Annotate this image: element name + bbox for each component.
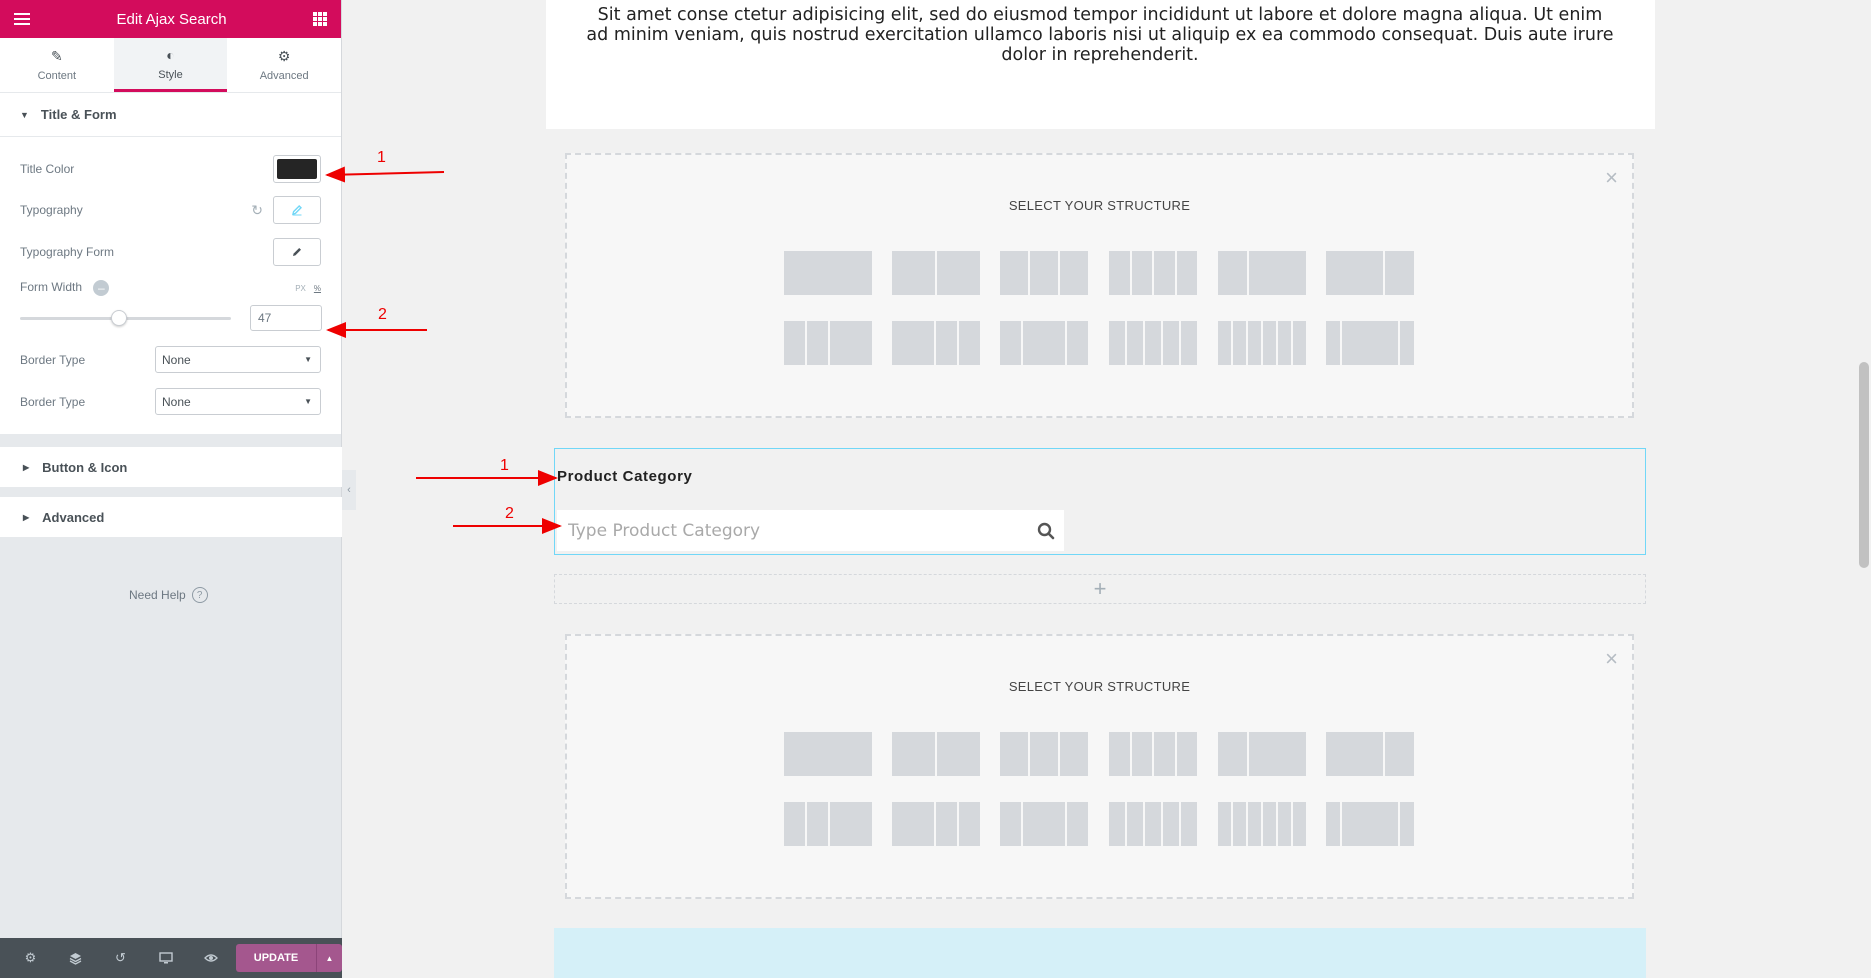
annotation-arrows — [325, 166, 562, 534]
annotation-number: 2 — [378, 306, 387, 323]
annotation-number: 1 — [500, 457, 509, 474]
annotation-number: 1 — [377, 149, 386, 166]
annotation-number: 2 — [505, 505, 514, 522]
